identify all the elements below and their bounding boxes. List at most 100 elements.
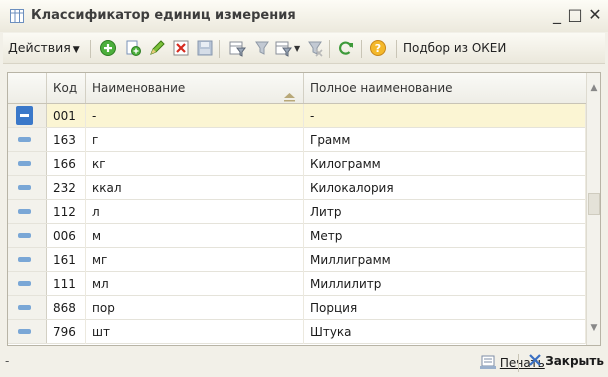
save-icon[interactable] [196,39,214,57]
cell-full-name[interactable]: Килокалория [304,176,586,200]
toolbar-separator [396,40,397,58]
title-bar: Классификатор единиц измерения _ □ ✕ [0,0,608,32]
cell-full-name[interactable]: Литр [304,200,586,224]
refresh-icon[interactable] [337,39,355,57]
cell-full-name[interactable]: Порция [304,296,586,320]
cell-full-name[interactable]: Метр [304,224,586,248]
cell-name[interactable]: шт [86,320,304,344]
cell-name[interactable]: кг [86,152,304,176]
table-icon [10,9,24,23]
edit-icon[interactable] [148,39,166,57]
table-row[interactable]: 166 кг Килограмм [8,152,586,176]
table-header: Код Наименование Полное наименование [8,73,600,104]
toolbar-separator [90,40,91,58]
cell-name[interactable]: г [86,128,304,152]
filter-menu-icon[interactable] [275,39,293,57]
scroll-down-icon[interactable]: ▼ [587,321,600,335]
table-row[interactable]: 163 г Грамм [8,128,586,152]
table-row[interactable]: 111 мл Миллилитр [8,272,586,296]
toolbar-separator [219,40,220,58]
toolbar: Действия ▼ ▼ ? Подбор из ОКЕИ [3,33,605,64]
cell-name[interactable]: ккал [86,176,304,200]
row-item-icon [16,106,33,125]
svg-text:?: ? [375,42,381,55]
cell-name[interactable]: л [86,200,304,224]
row-item-icon [18,329,31,334]
cell-full-name[interactable]: Грамм [304,128,586,152]
cell-code[interactable]: 001 [47,104,86,128]
cell-name[interactable]: мг [86,248,304,272]
cell-code[interactable]: 232 [47,176,86,200]
filter-menu-caret-icon[interactable]: ▼ [294,44,300,53]
maximize-icon[interactable]: □ [566,6,584,24]
row-item-icon [18,185,31,190]
cell-full-name[interactable]: Миллиграмм [304,248,586,272]
row-item-icon [18,305,31,310]
scroll-thumb[interactable] [588,193,600,215]
cell-name[interactable]: мл [86,272,304,296]
actions-menu-button[interactable]: Действия ▼ [8,40,80,55]
cell-name[interactable]: пор [86,296,304,320]
row-marker [8,200,47,223]
table-row[interactable]: 232 ккал Килокалория [8,176,586,200]
table-row[interactable]: 161 мг Миллиграмм [8,248,586,272]
status-text: - [5,354,10,368]
row-marker [8,272,47,295]
filter-off-icon[interactable] [253,39,271,57]
units-table: Код Наименование Полное наименование 001… [7,72,601,346]
row-marker [8,224,47,247]
cell-code[interactable]: 111 [47,272,86,296]
toolbar-separator [361,40,362,58]
row-marker [8,296,47,319]
clear-filter-icon[interactable] [306,39,324,57]
row-item-icon [18,137,31,142]
column-header-full-name[interactable]: Полное наименование [304,73,586,103]
cell-code[interactable]: 163 [47,128,86,152]
cell-code[interactable]: 166 [47,152,86,176]
cell-code[interactable]: 006 [47,224,86,248]
cell-code[interactable]: 112 [47,200,86,224]
header-row-marker [8,73,47,103]
cell-code[interactable]: 868 [47,296,86,320]
row-marker [8,104,47,127]
row-item-icon [18,161,31,166]
cell-full-name[interactable]: - [304,104,586,128]
help-icon[interactable]: ? [369,39,387,57]
cell-name[interactable]: м [86,224,304,248]
row-item-icon [18,209,31,214]
window-title: Классификатор единиц измерения [31,8,296,23]
status-bar: - Печать Закрыть [0,350,608,377]
toolbar-separator [329,40,330,58]
row-marker [8,152,47,175]
table-row[interactable]: 796 шт Штука [8,320,586,344]
scroll-up-icon[interactable]: ▲ [587,81,600,95]
copy-icon[interactable] [124,39,142,57]
column-header-code[interactable]: Код [47,73,86,103]
footer-separator [518,354,519,372]
cell-full-name[interactable]: Миллилитр [304,272,586,296]
print-icon [480,355,496,369]
sort-ascending-icon [284,83,295,102]
table-row[interactable]: 868 пор Порция [8,296,586,320]
table-row[interactable]: 112 л Литр [8,200,586,224]
close-icon [529,354,541,366]
vertical-scrollbar[interactable]: ▲ ▼ [586,73,600,345]
column-header-name[interactable]: Наименование [86,73,304,103]
row-item-icon [18,257,31,262]
row-marker [8,248,47,271]
cell-code[interactable]: 796 [47,320,86,344]
cell-code[interactable]: 161 [47,248,86,272]
add-icon[interactable] [99,39,117,57]
row-item-icon [18,233,31,238]
table-row[interactable]: 006 м Метр [8,224,586,248]
filter-icon[interactable] [228,39,246,57]
delete-icon[interactable] [172,39,190,57]
cell-name[interactable]: - [86,104,304,128]
minimize-icon[interactable]: _ [548,6,566,24]
close-window-icon[interactable]: ✕ [586,6,604,24]
close-button[interactable]: Закрыть [529,354,604,368]
okei-select-button[interactable]: Подбор из ОКЕИ [403,41,506,55]
cell-full-name[interactable]: Килограмм [304,152,586,176]
table-row[interactable]: 001- - [8,104,586,128]
cell-full-name[interactable]: Штука [304,320,586,344]
